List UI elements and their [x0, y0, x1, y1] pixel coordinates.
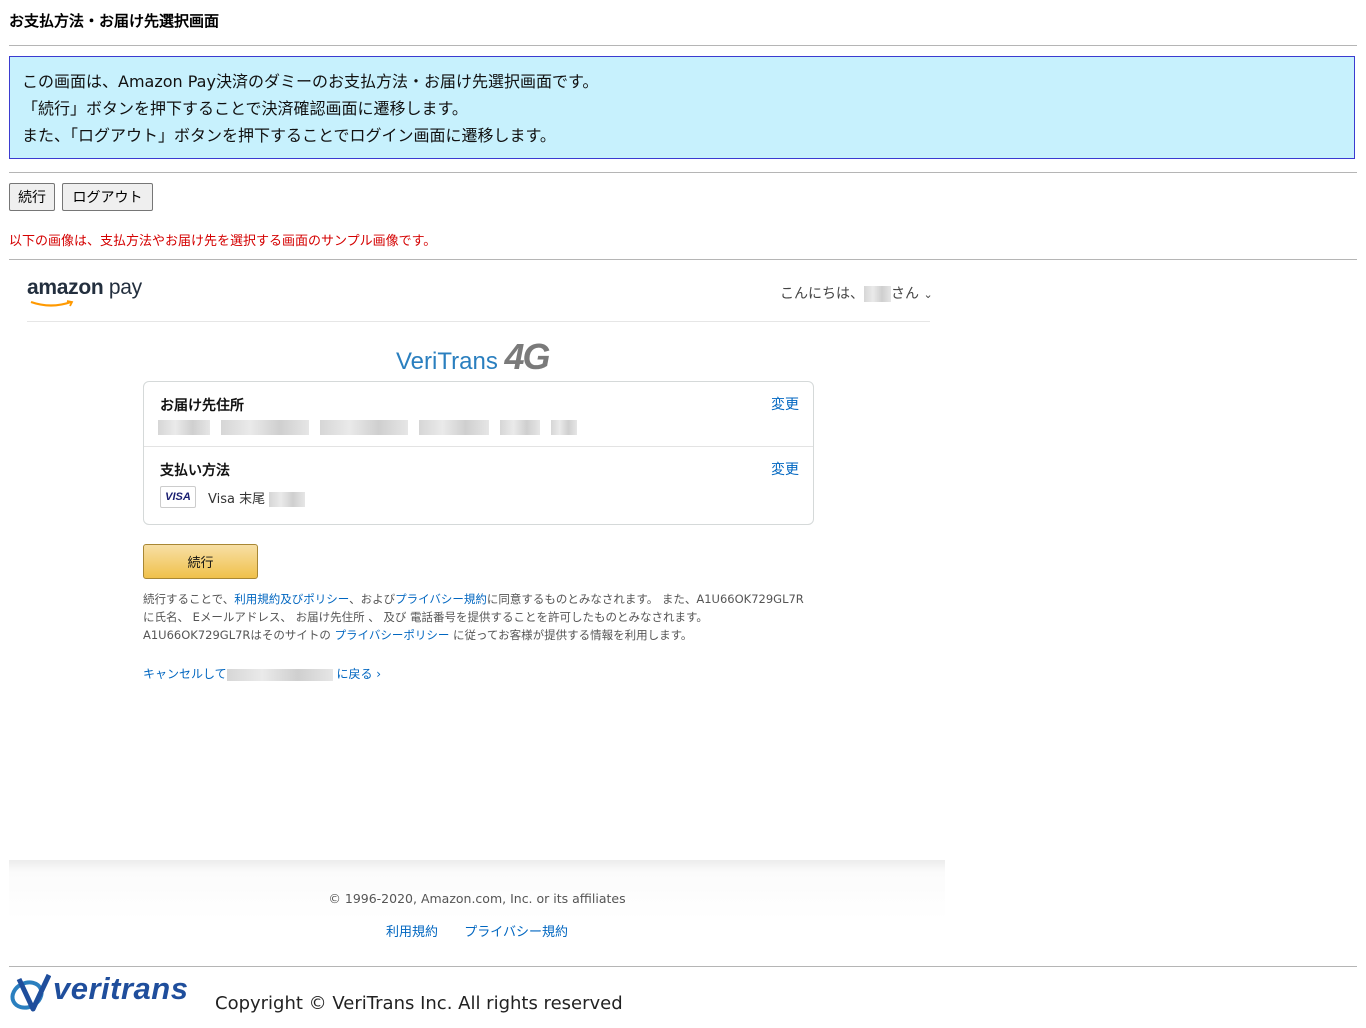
- info-line: また、「ログアウト」ボタンを押下することでログイン画面に遷移します。: [22, 126, 556, 145]
- redacted-address: [158, 417, 578, 436]
- address-change-link[interactable]: 変更: [771, 394, 799, 414]
- card-summary: Visa 末尾: [208, 488, 306, 507]
- visa-card-icon: VISA: [160, 486, 196, 508]
- sample-notice: 以下の画像は、支払方法やお届け先を選択する画面のサンプル画像です。: [9, 234, 437, 249]
- divider: [9, 172, 1357, 173]
- info-line: この画面は、Amazon Pay決済のダミーのお支払方法・お届け先選択画面です。: [22, 72, 599, 91]
- payment-label: 支払い方法: [160, 463, 230, 479]
- amazon-smile-icon: [30, 300, 74, 307]
- terms-text: 続行することで、利用規約及びポリシー、およびプライバシー規約に同意するものとみな…: [143, 592, 804, 642]
- payment-change-link[interactable]: 変更: [771, 459, 799, 479]
- divider: [9, 259, 1357, 260]
- chevron-down-icon: ⌄: [923, 288, 933, 301]
- divider: [27, 321, 930, 322]
- info-box: この画面は、Amazon Pay決済のダミーのお支払方法・お届け先選択画面です。…: [9, 56, 1355, 159]
- card-divider: [144, 446, 813, 447]
- amazon-copyright: © 1996-2020, Amazon.com, Inc. or its aff…: [328, 891, 626, 906]
- footer-privacy-link[interactable]: プライバシー規約: [464, 925, 568, 940]
- page-title: お支払方法・お届け先選択画面: [9, 12, 220, 30]
- terms-link[interactable]: 利用規約及びポリシー: [234, 592, 349, 606]
- user-greeting[interactable]: こんにちは、 さん ⌄: [780, 283, 933, 303]
- redacted-card-digits: [269, 492, 306, 507]
- logout-button[interactable]: ログアウト: [62, 183, 153, 211]
- copyright-text: Copyright © VeriTrans Inc. All rights re…: [215, 993, 623, 1014]
- footer-terms-link[interactable]: 利用規約: [386, 925, 438, 940]
- cancel-link[interactable]: キャンセルして に戻る ›: [143, 665, 381, 682]
- veritrans-4g-logo: VeriTrans 4G: [396, 336, 551, 377]
- divider: [9, 966, 1357, 967]
- privacy-policy-link[interactable]: プライバシーポリシー: [335, 628, 450, 642]
- veritrans-swoosh-icon: [10, 973, 51, 1012]
- redacted-name: [864, 286, 891, 302]
- amazon-footer: © 1996-2020, Amazon.com, Inc. or its aff…: [9, 860, 945, 950]
- amazon-footer-links: 利用規約 プライバシー規約: [9, 921, 945, 940]
- amazon-continue-button[interactable]: 続行: [143, 544, 258, 579]
- redacted-merchant: [226, 668, 333, 681]
- privacy-terms-link[interactable]: プライバシー規約: [395, 592, 487, 606]
- continue-button[interactable]: 続行: [9, 183, 55, 211]
- info-line: 「続行」ボタンを押下することで決済確認画面に遷移します。: [22, 99, 468, 118]
- checkout-card: お届け先住所 変更 支払い方法 変更 VISA Visa 末尾: [143, 381, 814, 525]
- address-label: お届け先住所: [160, 398, 244, 414]
- divider: [9, 45, 1357, 46]
- amazon-pay-logo: amazon pay: [27, 276, 142, 307]
